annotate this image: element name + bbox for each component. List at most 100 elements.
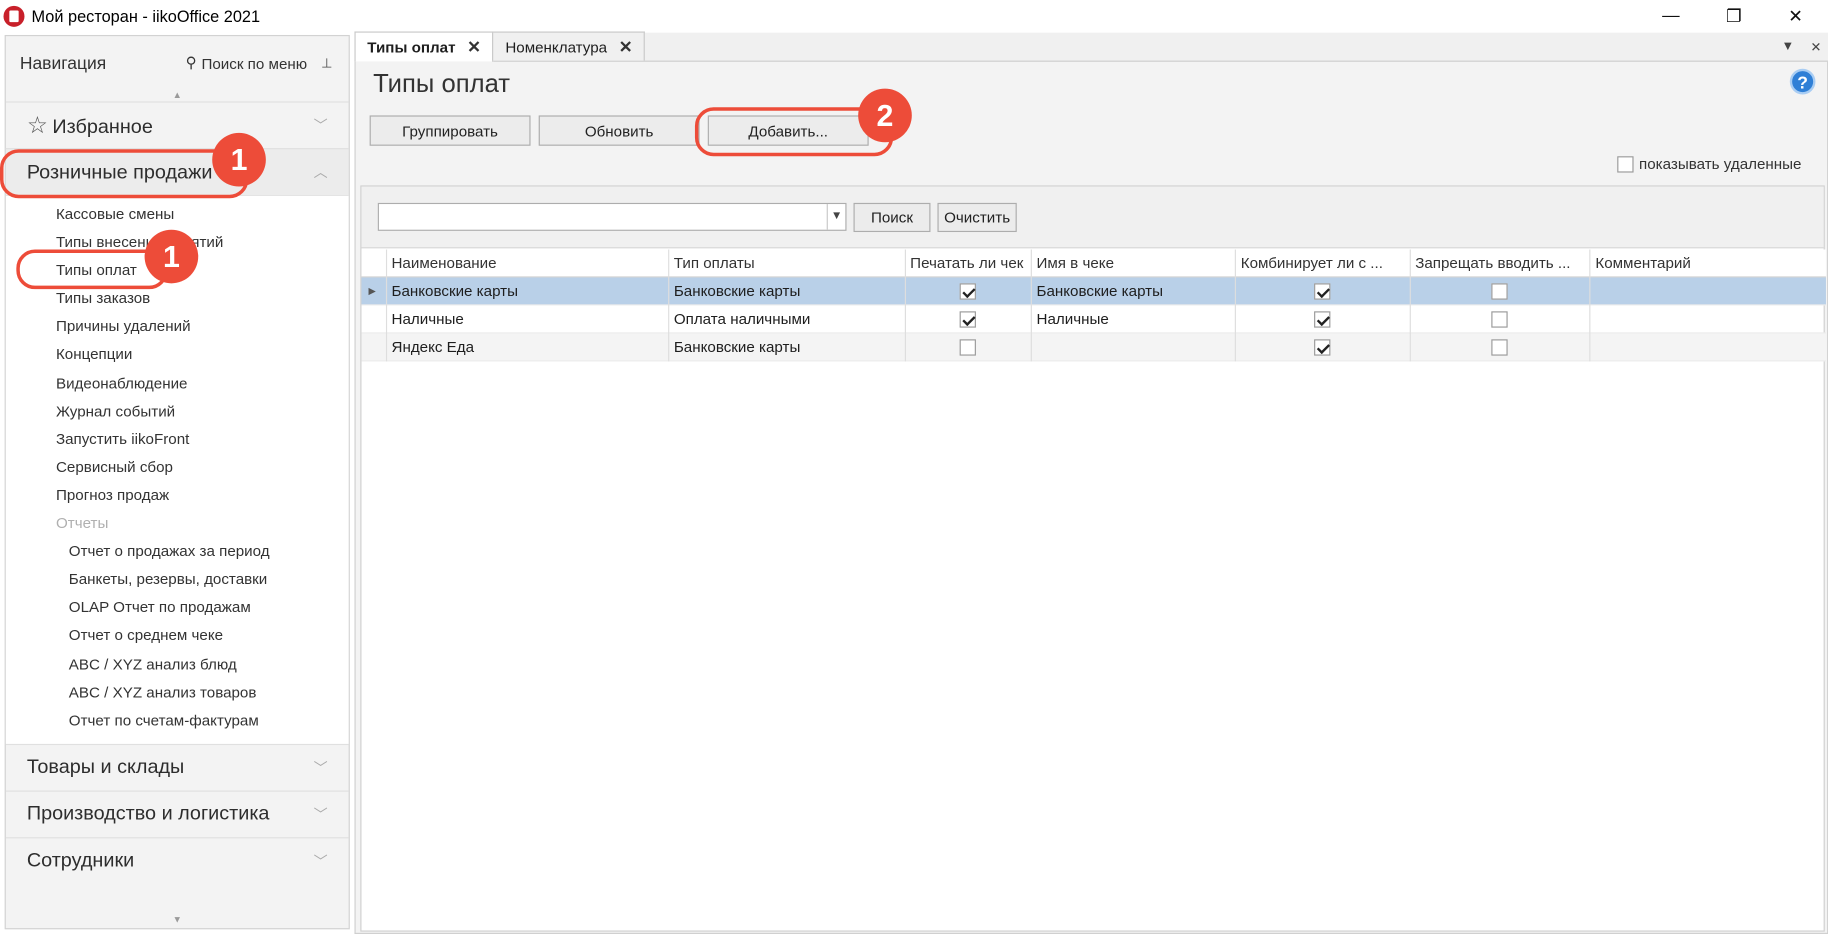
cell-combine[interactable] [1236,332,1411,361]
cell-comment[interactable] [1591,277,1826,305]
nav-item-deletion-reasons[interactable]: Причины удалений [6,313,349,341]
nav-item-launch-iikofront[interactable]: Запустить iikoFront [6,425,349,453]
search-button[interactable]: Поиск [853,202,931,233]
document-tabs: Типы оплат ✕ Номенклатура ✕ ▼ ✕ [354,31,1828,62]
cell-name[interactable]: Яндекс Еда [387,332,670,361]
cell-combine[interactable] [1236,276,1411,305]
print-checkbox[interactable] [959,310,977,328]
group-button[interactable]: Группировать [369,115,531,146]
nav-item-concepts[interactable]: Концепции [6,341,349,369]
menu-search-link[interactable]: ⚲ Поиск по меню ⊥ [186,54,333,73]
combine-checkbox[interactable] [1314,282,1331,300]
nav-reports-heading: Отчеты [55,514,109,532]
title-bar: Мой ресторан - iikoOffice 2021 — ❐ ✕ [0,0,1828,32]
tab-payment-types[interactable]: Типы оплат ✕ [354,31,494,62]
column-header-forbid[interactable]: Запрещать вводить ... [1411,248,1591,277]
chevron-down-icon: ﹀ [313,759,328,777]
nav-report-banquets[interactable]: Банкеты, резервы, доставки [6,566,349,594]
close-tab-icon[interactable]: ✕ [467,37,481,57]
main-area: Типы оплат ✕ Номенклатура ✕ ▼ ✕ Типы опл… [354,31,1828,934]
refresh-button[interactable]: Обновить [538,115,700,146]
clear-button[interactable]: Очистить [937,202,1017,233]
cell-forbid[interactable] [1411,304,1591,333]
chevron-down-icon: ﹀ [313,117,328,135]
tab-nomenclature[interactable]: Номенклатура ✕ [492,31,646,61]
forbid-checkbox[interactable] [1491,338,1509,356]
chevron-up-icon: ︿ [313,164,328,181]
nav-group-favorites[interactable]: ☆ Избранное ﹀ [5,101,349,148]
nav-group-production[interactable]: Производство и логистика ﹀ [5,790,349,837]
cell-name[interactable]: Наличные [387,304,670,333]
restore-button[interactable]: ❐ [1704,0,1765,31]
cell-comment[interactable] [1591,305,1826,333]
nav-item-cash-shifts[interactable]: Кассовые смены [6,201,349,229]
nav-report-abc-goods[interactable]: ABC / XYZ анализ товаров [6,678,349,706]
filter-combo[interactable]: ▼ [377,202,847,231]
nav-item-service-charge[interactable]: Сервисный сбор [6,453,349,481]
column-header-name[interactable]: Наименование [387,248,670,277]
cell-comment[interactable] [1591,333,1826,361]
pin-icon[interactable]: ⊥ [321,55,332,71]
table-row[interactable]: Яндекс Еда Банковские карты [361,332,1826,362]
cell-type[interactable]: Банковские карты [669,332,906,361]
iiko-app-icon [3,5,25,27]
close-window-button[interactable]: ✕ [1765,0,1826,31]
cell-combine[interactable] [1236,304,1411,333]
close-tab-icon[interactable]: ✕ [619,37,633,57]
column-header-type[interactable]: Тип оплаты [669,248,906,277]
tab-list-dropdown-icon[interactable]: ▼ [1782,39,1795,54]
chevron-down-icon[interactable]: ▼ [826,204,846,230]
help-icon[interactable]: ? [1789,68,1816,95]
cell-receipt-name[interactable] [1032,332,1237,361]
chevron-down-icon: ﹀ [313,806,328,823]
cell-forbid[interactable] [1411,332,1591,361]
cell-print[interactable] [906,276,1032,305]
navigation-header: Навигация ⚲ Поиск по меню ⊥ [6,36,349,90]
print-checkbox[interactable] [959,282,977,300]
scroll-down-arrow-icon[interactable]: ▼ [6,914,349,926]
nav-report-abc-dishes[interactable]: ABC / XYZ анализ блюд [6,650,349,678]
nav-report-olap[interactable]: OLAP Отчет по продажам [6,594,349,622]
cell-print[interactable] [906,332,1032,361]
column-header-receipt-name[interactable]: Имя в чеке [1032,248,1237,277]
cell-name[interactable]: Банковские карты [387,276,670,305]
nav-report-average-check[interactable]: Отчет о среднем чеке [6,622,349,650]
combine-checkbox[interactable] [1314,338,1331,356]
print-checkbox[interactable] [959,338,977,356]
step-badge-1: 1 [144,229,199,284]
nav-report-sales-period[interactable]: Отчет о продажах за период [6,538,349,566]
show-deleted-option[interactable]: показывать удаленные [1616,155,1801,173]
show-deleted-checkbox[interactable] [1616,155,1634,172]
indicator-header [361,248,387,277]
nav-group-goods[interactable]: Товары и склады ﹀ [5,743,349,791]
combine-checkbox[interactable] [1314,310,1331,328]
scroll-up-arrow-icon[interactable]: ▲ [6,90,349,102]
cell-type[interactable]: Оплата наличными [669,304,906,333]
forbid-checkbox[interactable] [1491,282,1509,300]
cell-receipt-name[interactable]: Наличные [1032,304,1237,333]
close-all-tabs-icon[interactable]: ✕ [1811,39,1822,54]
nav-item-sales-forecast[interactable]: Прогноз продаж [6,481,349,509]
cell-print[interactable] [906,304,1032,333]
table-row[interactable]: Наличные Оплата наличными Наличные [361,304,1826,334]
nav-group-employees-label: Сотрудники [26,849,135,872]
tab-nomenclature-label: Номенклатура [505,37,608,56]
window-title: Мой ресторан - iikoOffice 2021 [31,6,261,26]
forbid-checkbox[interactable] [1491,310,1509,328]
nav-item-event-log[interactable]: Журнал событий [6,397,349,425]
column-header-print[interactable]: Печатать ли чек [906,248,1032,277]
nav-group-production-label: Производство и логистика [26,802,270,825]
cell-type[interactable]: Банковские карты [669,276,906,305]
nav-group-employees[interactable]: Сотрудники ﹀ [5,836,349,884]
nav-item-video[interactable]: Видеонаблюдение [6,369,349,397]
tab-payment-types-label: Типы оплат [367,38,456,56]
table-row[interactable]: ▶ Банковские карты Банковские карты Банк… [361,276,1826,306]
column-header-combine[interactable]: Комбинирует ли с ... [1236,248,1411,277]
cell-forbid[interactable] [1411,276,1591,305]
step-badge-2: 2 [858,88,912,143]
minimize-button[interactable]: — [1641,0,1702,31]
column-header-comment[interactable]: Комментарий [1591,249,1826,277]
nav-report-invoices[interactable]: Отчет по счетам-фактурам [6,706,349,734]
nav-group-favorites-label: Избранное [52,115,153,138]
cell-receipt-name[interactable]: Банковские карты [1032,276,1237,305]
